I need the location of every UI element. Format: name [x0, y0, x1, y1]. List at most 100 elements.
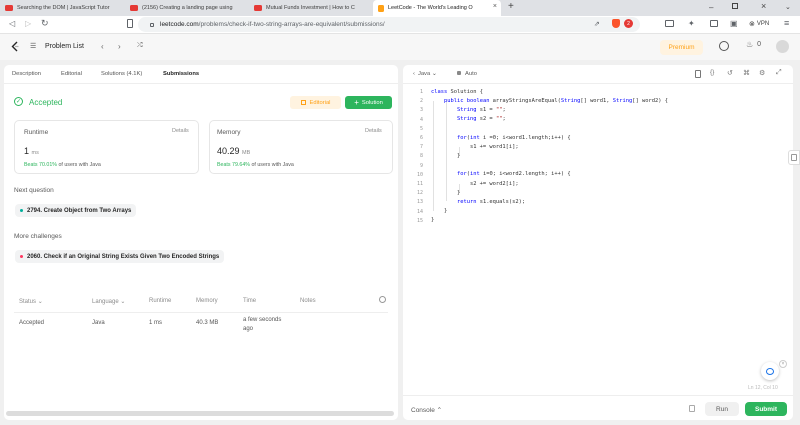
line-number: 4 — [419, 116, 423, 123]
maximize-icon[interactable] — [732, 3, 738, 9]
address-bar[interactable]: leetcode.com/problems/check-if-two-strin… — [138, 17, 640, 32]
vpn-icon: ⊗ — [749, 21, 755, 28]
share-icon[interactable]: ⇗ — [594, 20, 600, 28]
editorial-button[interactable]: Editorial — [290, 96, 341, 109]
back-arrow-icon[interactable]: ◁ — [9, 19, 15, 28]
reset-icon[interactable]: ↺ — [727, 69, 733, 77]
brave-shields-icon[interactable] — [612, 19, 620, 28]
memory-details-link[interactable]: Details — [365, 128, 382, 134]
new-tab-icon[interactable]: + — [508, 1, 514, 12]
browser-tab-leetcode[interactable]: LeetCode - The World's Leading O × — [373, 0, 501, 16]
row-time-line1: a few seconds — [243, 317, 282, 323]
code-line[interactable]: return s1.equals(s2); — [431, 199, 525, 205]
editor-toolbar-divider — [403, 83, 793, 84]
shortcut-icon[interactable]: ⌘ — [743, 69, 750, 77]
submit-button[interactable]: Submit — [745, 402, 787, 416]
premium-button[interactable]: Premium — [660, 40, 703, 55]
language-selector[interactable]: ‹ Java ⌄ — [413, 71, 437, 77]
code-line[interactable]: String s1 = ""; — [431, 107, 506, 113]
memory-number: 40.29 — [217, 146, 240, 156]
tab-solutions[interactable]: Solutions (4.1K) — [101, 71, 142, 77]
prev-problem-icon[interactable]: ‹ — [101, 42, 104, 51]
status-column-header[interactable]: Status ⌄ — [19, 298, 43, 305]
more-challenge-link[interactable]: 2060. Check if an Original String Exists… — [15, 250, 225, 263]
code-line[interactable]: } — [431, 190, 460, 196]
code-line[interactable]: } — [431, 208, 447, 214]
run-button[interactable]: Run — [705, 402, 739, 416]
horizontal-scrollbar[interactable] — [6, 411, 394, 416]
code-line[interactable]: s1 += word1[i]; — [431, 144, 519, 150]
leetcode-logo-icon[interactable] — [11, 41, 19, 52]
next-problem-icon[interactable]: › — [118, 42, 121, 51]
tab-editorial[interactable]: Editorial — [61, 71, 82, 77]
chevron-down-icon: ⌄ — [120, 299, 126, 305]
close-tab-icon[interactable]: × — [493, 3, 497, 10]
minimize-icon[interactable]: – — [709, 3, 713, 12]
side-notes-tab[interactable] — [788, 150, 800, 165]
code-line[interactable]: for(int i=0; i<word2.length; i++) { — [431, 171, 571, 177]
line-number: 1 — [419, 89, 423, 95]
rewards-count: 2 — [627, 20, 630, 27]
browser-tab-1[interactable]: Searching the DOM | JavaScript Tutor — [0, 0, 123, 16]
browser-tab-bar: Searching the DOM | JavaScript Tutor (21… — [0, 0, 800, 16]
tab-description[interactable]: Description — [12, 71, 41, 77]
solution-button[interactable]: + Solution — [345, 96, 392, 109]
line-number: 2 — [419, 98, 423, 105]
youtube-favicon-icon — [130, 5, 138, 11]
auto-format-toggle[interactable]: Auto — [457, 71, 477, 77]
shuffle-icon[interactable]: ⤮ — [137, 42, 143, 50]
code-line[interactable]: } — [431, 217, 434, 223]
tabs-icon[interactable] — [710, 20, 718, 27]
code-line[interactable]: public boolean arrayStringsAreEqual(Stri… — [431, 98, 668, 104]
runtime-number: 1 — [24, 146, 30, 156]
row-runtime: 1 ms — [149, 320, 163, 326]
menu-icon[interactable]: ≡ — [784, 18, 789, 28]
timer-icon[interactable] — [719, 41, 729, 51]
fire-icon: ♨ — [746, 40, 754, 49]
code-line[interactable]: class Solution { — [431, 89, 483, 95]
settings-gear-icon[interactable] — [379, 296, 386, 303]
tab-search-icon[interactable]: ⌄ — [785, 3, 791, 11]
runtime-card[interactable]: Runtime Details 1 ms Beats 70.01% of use… — [14, 120, 199, 174]
code-line[interactable]: } — [431, 153, 460, 159]
runtime-value: 1 ms — [24, 146, 39, 156]
brave-rewards-icon[interactable]: 2 — [624, 19, 633, 28]
feedback-chat-button[interactable] — [761, 362, 779, 380]
code-line[interactable]: s2 += word2[i]; — [431, 181, 519, 187]
sidebar-toggle-icon[interactable] — [665, 20, 674, 27]
lock-icon — [457, 71, 461, 75]
problem-list-link[interactable]: Problem List — [45, 43, 84, 50]
vpn-button[interactable]: ⊗ VPN — [749, 20, 769, 28]
settings-gear-icon[interactable]: ⚙ — [759, 69, 765, 77]
line-number: 14 — [416, 208, 423, 215]
runtime-details-link[interactable]: Details — [172, 128, 189, 134]
braces-icon[interactable]: {} — [710, 69, 714, 76]
forward-arrow-icon[interactable]: ▷ — [25, 19, 31, 28]
avatar[interactable] — [776, 40, 789, 53]
fullscreen-icon[interactable]: ⤢ — [776, 69, 782, 77]
leetcode-favicon-icon — [378, 4, 384, 12]
line-number: 9 — [419, 162, 423, 169]
console-toggle[interactable]: Console ⌃ — [411, 406, 442, 414]
row-language: Java — [92, 320, 105, 326]
more-challenge-title: 2060. Check if an Original String Exists… — [27, 253, 220, 260]
trash-icon[interactable] — [689, 405, 695, 412]
memory-card[interactable]: Memory Details 40.29 MB Beats 79.64% of … — [209, 120, 393, 174]
reload-icon[interactable]: ↻ — [41, 18, 49, 29]
close-window-icon[interactable]: × — [761, 1, 766, 11]
next-question-link[interactable]: 2794. Create Object from Two Arrays — [15, 204, 137, 217]
code-line[interactable]: String s2 = ""; — [431, 116, 506, 122]
tab-submissions[interactable]: Submissions — [163, 71, 199, 77]
browser-tab-3[interactable]: Mutual Funds Investment | How to C — [249, 0, 371, 16]
browser-tab-2[interactable]: (2156) Creating a landing page using — [125, 0, 247, 16]
streak-counter[interactable]: ♨ 0 — [746, 40, 761, 49]
row-status[interactable]: Accepted — [19, 320, 44, 326]
wallet-icon[interactable]: ▣ — [730, 19, 738, 28]
code-line[interactable]: for(int i =0; i<word1.length;i++) { — [431, 135, 571, 141]
bookmark-icon[interactable] — [695, 70, 701, 78]
leo-ai-icon[interactable]: ✦ — [688, 19, 695, 28]
bookmark-icon[interactable] — [127, 19, 133, 28]
close-feedback-icon[interactable]: × — [779, 360, 787, 368]
streak-count: 0 — [757, 41, 762, 48]
language-column-header[interactable]: Language ⌄ — [92, 298, 125, 305]
